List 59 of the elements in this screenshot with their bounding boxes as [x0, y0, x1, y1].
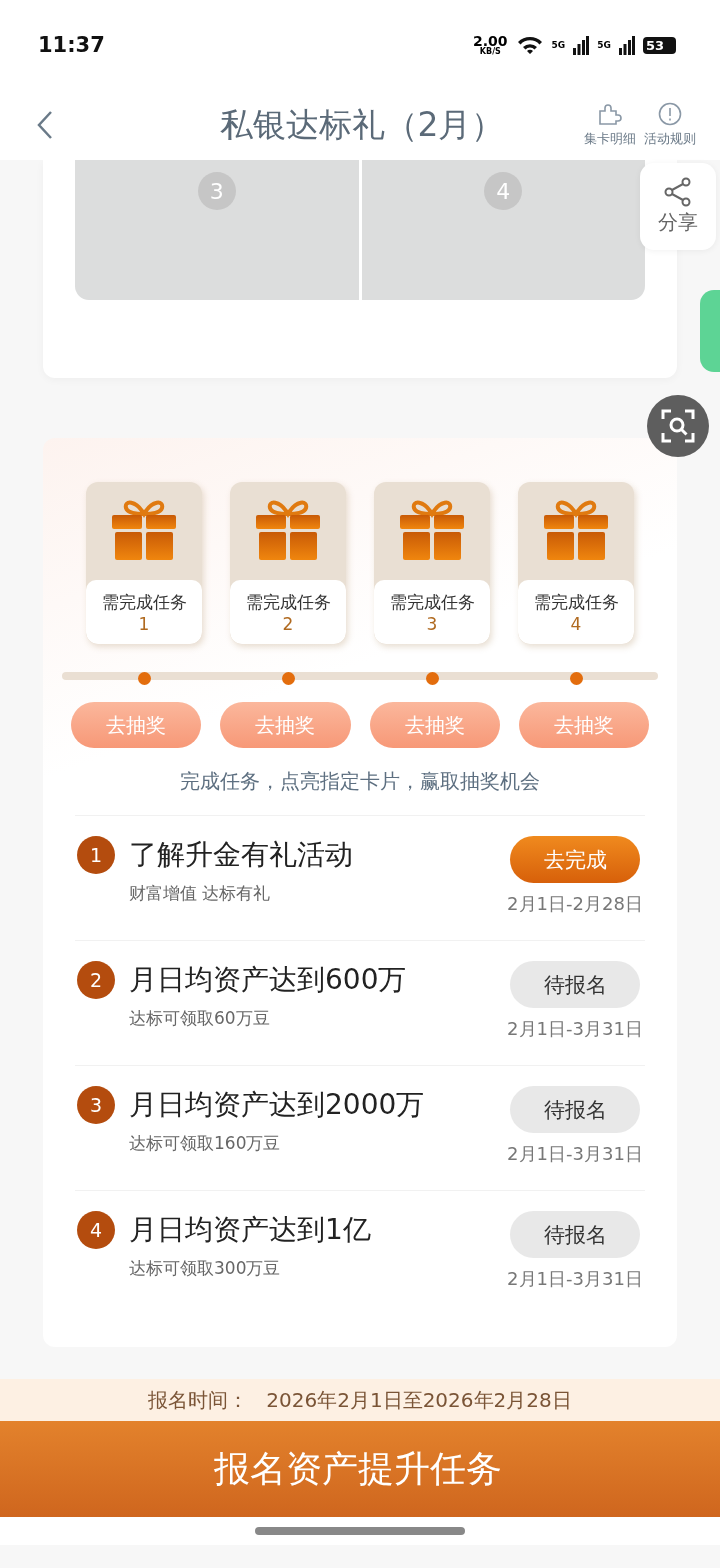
task-subtitle: 财富增值 达标有礼 — [129, 882, 272, 905]
share-button[interactable]: 分享 — [640, 163, 716, 250]
slot-number: 3 — [197, 172, 236, 210]
page-title: 私银达标礼（2月） — [218, 103, 506, 146]
scan-search-icon — [661, 409, 695, 443]
gift-number: 4 — [570, 613, 582, 634]
task-button[interactable]: 待报名 — [510, 1086, 640, 1133]
task-title: 月日均资产达到1亿 — [129, 1212, 372, 1248]
task-number: 1 — [77, 836, 115, 874]
signal-icon — [618, 35, 635, 55]
gift-label: 需完成任务 — [389, 590, 475, 614]
gift-icon — [398, 498, 466, 562]
header-action[interactable]: 集卡明细 — [580, 102, 640, 148]
task-number: 3 — [77, 1086, 115, 1124]
progress-dot — [137, 672, 151, 685]
task-dates: 2月1日-3月31日 — [507, 1267, 643, 1291]
register-button[interactable]: 报名资产提升任务 — [0, 1421, 720, 1517]
info-icon — [658, 102, 682, 126]
share-icon — [664, 177, 692, 207]
gift-icon — [110, 498, 178, 562]
signal-icon — [573, 35, 590, 55]
gift-number: 3 — [426, 613, 438, 634]
slot-number: 4 — [484, 172, 523, 210]
task-dates: 2月1日-3月31日 — [507, 1142, 643, 1166]
task-button[interactable]: 待报名 — [510, 1211, 640, 1258]
network-speed: 2.00 — [473, 34, 508, 48]
task-dates: 2月1日-2月28日 — [507, 892, 643, 916]
progress-dot — [281, 672, 295, 685]
task-button[interactable]: 去完成 — [510, 836, 640, 883]
gift-number: 2 — [282, 613, 294, 634]
back-icon[interactable] — [36, 110, 54, 140]
registration-period: 2026年2月1日至2026年2月28日 — [266, 1386, 572, 1414]
task-title: 了解升金有礼活动 — [129, 837, 354, 873]
task-title: 月日均资产达到2000万 — [129, 1087, 426, 1123]
task-number: 2 — [77, 961, 115, 999]
speed-unit: KB/S — [479, 48, 501, 56]
gift-icon — [254, 498, 322, 562]
gift-label: 需完成任务 — [101, 590, 187, 614]
task-subtitle: 达标可领取300万豆 — [129, 1257, 282, 1280]
network-type: 5G — [551, 40, 566, 50]
task-subtitle: 达标可领取60万豆 — [129, 1007, 271, 1030]
task-subtitle: 达标可领取160万豆 — [129, 1132, 282, 1155]
task-number: 4 — [77, 1211, 115, 1249]
hint-text: 完成任务，点亮指定卡片，赢取抽奖机会 — [179, 768, 541, 795]
network-type: 5G — [597, 40, 611, 50]
gift-icon — [542, 498, 610, 562]
gift-label: 需完成任务 — [533, 590, 619, 614]
status-time: 11:37 — [38, 33, 105, 57]
progress-dot — [569, 672, 583, 685]
progress-dot — [425, 672, 439, 685]
gift-number: 1 — [138, 613, 150, 634]
puzzle-icon — [597, 102, 623, 126]
registration-label: 报名时间： — [148, 1386, 249, 1414]
task-button[interactable]: 待报名 — [510, 961, 640, 1008]
task-title: 月日均资产达到600万 — [129, 962, 408, 998]
header-action[interactable]: 活动规则 — [640, 102, 700, 148]
gift-label: 需完成任务 — [245, 590, 331, 614]
battery-indicator: 53 — [642, 36, 676, 54]
task-dates: 2月1日-3月31日 — [507, 1017, 643, 1041]
